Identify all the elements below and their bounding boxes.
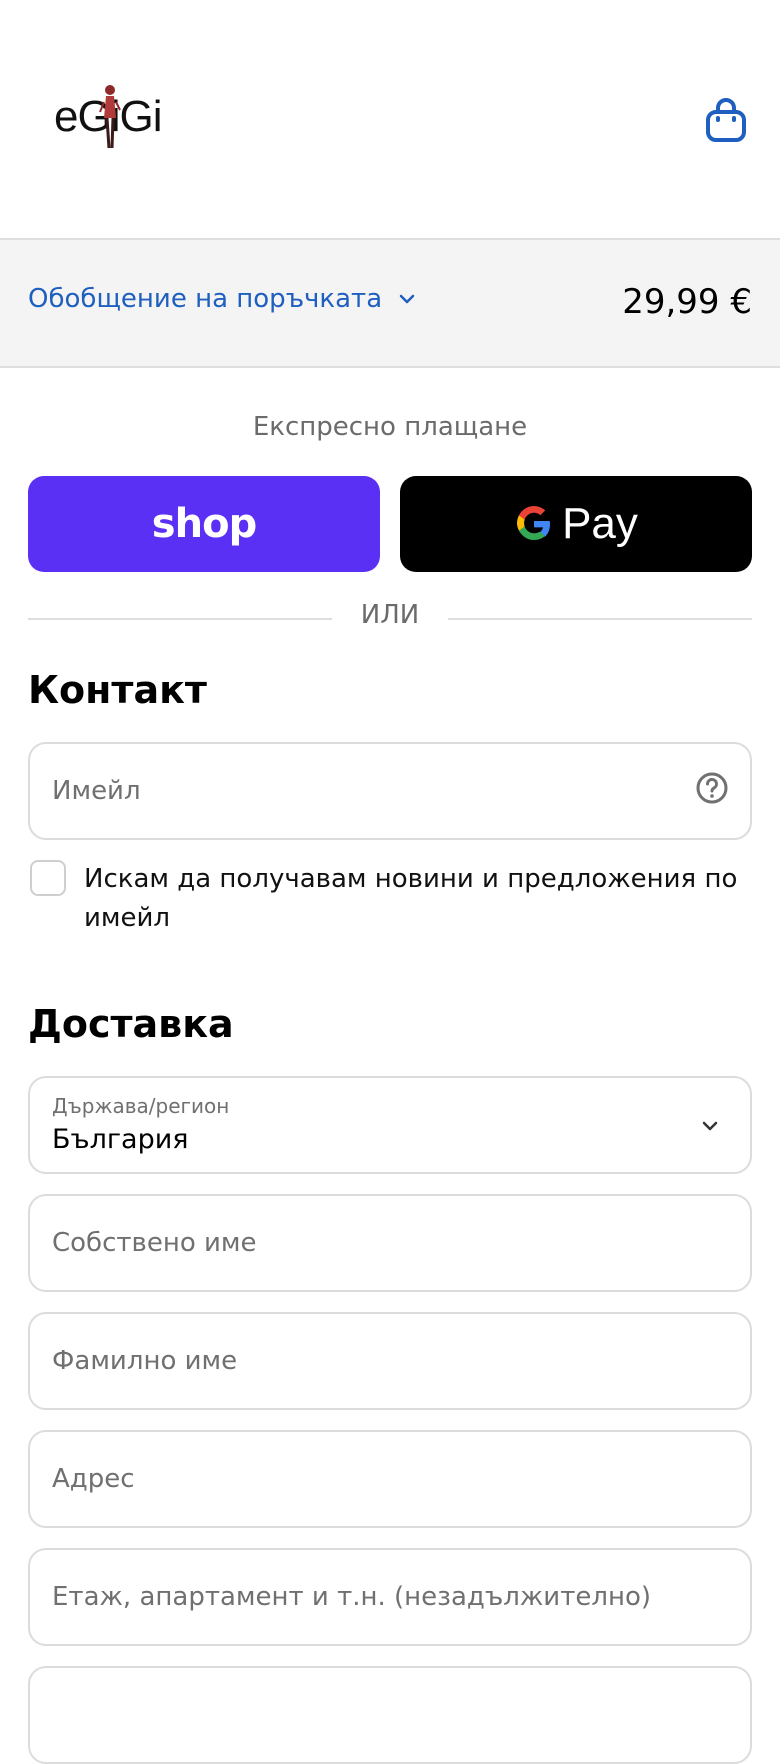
or-text: ИЛИ	[360, 600, 420, 630]
order-summary-bar: Обобщение на поръчката 29,99 €	[0, 240, 780, 368]
address-placeholder: Адрес	[52, 1464, 135, 1494]
address-field[interactable]: Адрес	[28, 1430, 752, 1528]
country-label: Държава/регион	[52, 1094, 230, 1118]
help-icon[interactable]	[694, 770, 730, 806]
country-select[interactable]: Държава/регион България	[28, 1076, 752, 1174]
google-g-icon	[517, 506, 551, 540]
apartment-field[interactable]: Етаж, апартамент и т.н. (незадължително)	[28, 1548, 752, 1646]
divider-line-right	[448, 618, 752, 620]
shopping-bag-icon[interactable]	[704, 96, 748, 144]
delivery-title: Доставка	[28, 1002, 234, 1046]
email-field[interactable]: Имейл	[28, 742, 752, 840]
store-logo[interactable]: eGiGi	[54, 82, 174, 162]
newsletter-label[interactable]: Искам да получавам новини и предложения …	[84, 860, 750, 938]
first-name-placeholder: Собствено име	[52, 1228, 257, 1258]
email-placeholder: Имейл	[52, 776, 141, 806]
order-summary-toggle[interactable]: Обобщение на поръчката	[28, 284, 418, 314]
apartment-placeholder: Етаж, апартамент и т.н. (незадължително)	[52, 1582, 652, 1612]
google-pay-label: Pay	[562, 499, 638, 548]
newsletter-checkbox[interactable]	[30, 860, 66, 896]
express-checkout-title: Експресно плащане	[252, 412, 528, 442]
last-name-field[interactable]: Фамилно име	[28, 1312, 752, 1410]
shop-pay-button[interactable]: shop	[28, 476, 380, 572]
shop-pay-label: shop	[151, 501, 257, 547]
contact-title: Контакт	[28, 668, 207, 712]
country-value: България	[52, 1124, 189, 1155]
first-name-field[interactable]: Собствено име	[28, 1194, 752, 1292]
order-summary-label: Обобщение на поръчката	[28, 284, 383, 314]
next-field[interactable]	[28, 1666, 752, 1764]
chevron-down-icon	[702, 1121, 718, 1131]
logo-figure-icon	[99, 85, 121, 149]
chevron-down-icon	[399, 294, 415, 304]
google-pay-button[interactable]: Pay	[400, 476, 752, 572]
last-name-placeholder: Фамилно име	[52, 1346, 238, 1376]
header: eGiGi	[0, 0, 780, 240]
order-total: 29,99 €	[622, 282, 752, 322]
or-divider: ИЛИ	[28, 596, 752, 640]
